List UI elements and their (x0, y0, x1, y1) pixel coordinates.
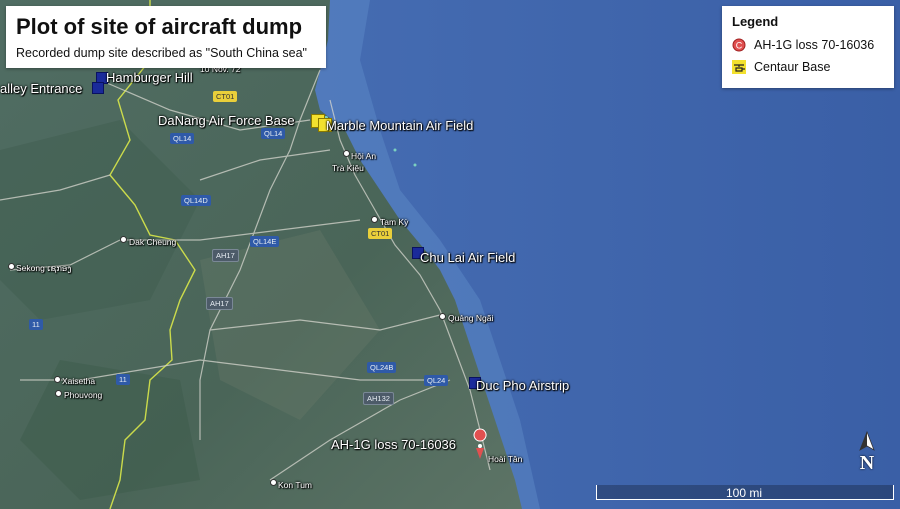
legend-label-crash: AH-1G loss 70-16036 (754, 38, 875, 52)
town-hoi-an: Hội An (351, 151, 377, 161)
scale-label: 100 mi (725, 486, 763, 500)
road-shield-11: 11 (116, 374, 130, 385)
town-dot (8, 263, 15, 270)
town-dot (270, 479, 277, 486)
road-shield-ql14: QL14 (261, 128, 286, 139)
town-sekong: Sekong ເຊກອງ (16, 263, 72, 273)
road-shield-ah17: AH17 (212, 249, 239, 262)
chu-lai-label: Chu Lai Air Field (420, 250, 516, 265)
compass-letter: N (859, 452, 875, 474)
valley-entrance-label: alley Entrance (0, 81, 83, 96)
town-dak-cheung: Dak Cheung (129, 237, 177, 247)
town-tam-ky: Tam Kỳ (380, 217, 409, 227)
road-shield-11: 11 (29, 319, 43, 330)
scale-bar: 100 mi (596, 485, 894, 501)
legend-panel: Legend C AH-1G loss 70-16036 Centaur Bas… (722, 6, 894, 88)
island-spot (413, 163, 417, 167)
road-shield-ql14e: QL14E (250, 236, 280, 247)
town-dot (343, 150, 350, 157)
page-title: Plot of site of aircraft dump (16, 14, 303, 39)
legend-item-centaur[interactable]: Centaur Base (732, 60, 830, 74)
town-phouvong: Phouvong (64, 390, 103, 400)
town-dot (55, 390, 62, 397)
road-shield-ct01: CT01 (213, 91, 238, 102)
town-dot (120, 236, 127, 243)
town-dot (54, 376, 61, 383)
town-dot (439, 313, 446, 320)
road-shield-ql24: QL24 (424, 375, 449, 386)
road-shield-ah17: AH17 (206, 297, 233, 310)
marble-mountain-label: Marble Mountain Air Field (326, 118, 474, 133)
page-subtitle: Recorded dump site described as "South C… (16, 46, 307, 60)
legend-item-crash[interactable]: C AH-1G loss 70-16036 (732, 38, 874, 52)
title-panel: Plot of site of aircraft dump Recorded d… (6, 6, 326, 68)
hamburger-hill-label: Hamburger Hill (106, 70, 193, 85)
svg-text:C: C (736, 41, 743, 51)
town-xaisetha: Xaisetha (62, 376, 96, 386)
legend-label-centaur: Centaur Base (754, 60, 831, 74)
town-tra-kieu: Trà Kiệu (332, 163, 364, 173)
ah1g-loss-label: AH-1G loss 70-16036 (331, 437, 457, 452)
road-shield-ql14d: QL14D (181, 195, 211, 206)
town-kon-tum: Kon Tum (278, 480, 313, 490)
compass: N (852, 430, 882, 478)
danang-label: DaNang Air Force Base (158, 113, 295, 128)
town-quang-ngai: Quảng Ngãi (448, 313, 494, 323)
road-shield-ql14: QL14 (170, 133, 195, 144)
road-shield-ct01: CT01 (368, 228, 393, 239)
duc-pho-label: Duc Pho Airstrip (476, 378, 570, 393)
town-hoai-tan: Hoài Tân (488, 454, 523, 464)
island-spot (393, 148, 397, 152)
road-shield-ql24b: QL24B (367, 362, 397, 373)
valley-entrance-marker[interactable] (92, 82, 104, 94)
helicopter-icon (732, 60, 746, 74)
road-shield-ah132: AH132 (363, 392, 394, 405)
town-dot (371, 216, 378, 223)
crash-marker-icon: C (732, 38, 746, 52)
legend-title: Legend (732, 14, 779, 29)
